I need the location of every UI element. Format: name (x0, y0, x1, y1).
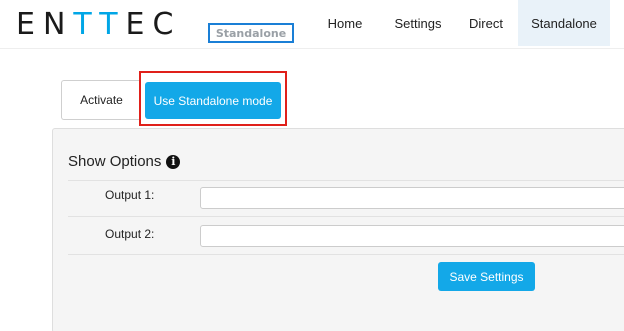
nav-item-home[interactable]: Home (322, 0, 368, 46)
activate-button[interactable]: Activate (61, 80, 141, 120)
page: ENTTEC Standalone Home Settings Direct S… (0, 0, 624, 331)
row-divider (68, 180, 624, 181)
output-2-label: Output 2: (105, 227, 155, 241)
save-settings-button[interactable]: Save Settings (438, 262, 535, 291)
header-divider (0, 48, 624, 49)
nav-item-settings[interactable]: Settings (386, 0, 450, 46)
nav-item-standalone[interactable]: Standalone (518, 0, 610, 46)
output-1-input[interactable] (200, 187, 624, 209)
info-icon[interactable]: i (166, 155, 181, 169)
nav-item-direct[interactable]: Direct (460, 0, 512, 46)
row-divider (68, 254, 624, 255)
output-1-label: Output 1: (105, 188, 155, 202)
highlight-box (139, 71, 287, 126)
show-options-title: Show Options i (68, 153, 181, 171)
enttec-logo: ENTTEC (16, 7, 182, 42)
mode-badge: Standalone (208, 23, 294, 43)
row-divider (68, 216, 624, 217)
show-options-heading: Show Options (68, 153, 162, 170)
output-2-input[interactable] (200, 225, 624, 247)
